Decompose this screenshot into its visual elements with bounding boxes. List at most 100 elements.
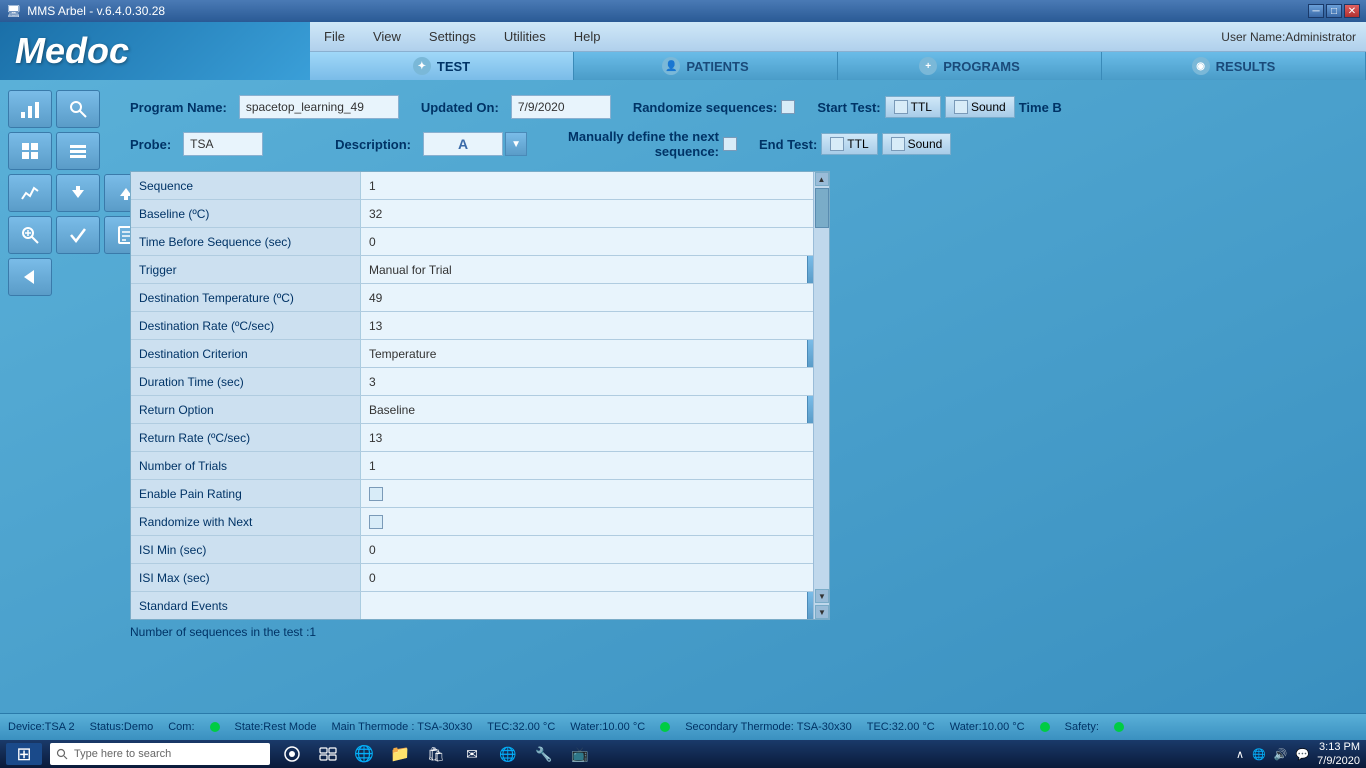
sequence-row: Time Before Sequence (sec)0 — [131, 228, 829, 256]
menu-file[interactable]: File — [320, 27, 349, 46]
tec2-label: TEC:32.00 °C — [867, 721, 935, 733]
taskbar-volume-icon[interactable]: 🔊 — [1274, 748, 1288, 761]
randomize-next-checkbox[interactable] — [369, 515, 383, 529]
tab-programs-label: PROGRAMS — [943, 59, 1020, 74]
safety-indicator — [1114, 722, 1124, 732]
updated-date-input[interactable] — [511, 95, 611, 119]
taskbar-ie-icon[interactable]: 🌐 — [350, 743, 378, 765]
block-button[interactable] — [8, 132, 52, 170]
randomize-label: Randomize sequences: — [633, 100, 778, 115]
randomize-section: Randomize sequences: — [633, 100, 796, 115]
description-display[interactable]: A — [423, 132, 503, 156]
tab-results[interactable]: ◉ RESULTS — [1102, 52, 1366, 80]
chart-button[interactable] — [8, 90, 52, 128]
sidebar — [8, 90, 148, 296]
sequence-row: Baseline (ºC)32 — [131, 200, 829, 228]
time-b-label: Time B — [1019, 100, 1062, 115]
scroll-down-arrow[interactable]: ▼ — [815, 589, 829, 603]
seq-val-10: 1 — [361, 452, 829, 479]
program-name-input[interactable] — [239, 95, 399, 119]
start-sound-checkbox[interactable] — [954, 100, 968, 114]
patients-icon: 👤 — [662, 57, 680, 75]
end-ttl-checkbox[interactable] — [830, 137, 844, 151]
taskbar-file-icon[interactable]: 📁 — [386, 743, 414, 765]
menu-utilities[interactable]: Utilities — [500, 27, 550, 46]
scroll-up-arrow[interactable]: ▲ — [815, 172, 829, 186]
end-test-section: End Test: TTL Sound — [759, 133, 951, 155]
end-ttl-button[interactable]: TTL — [821, 133, 877, 155]
start-menu-button[interactable]: ⊞ — [6, 743, 42, 765]
sequence-scrollbar[interactable]: ▲ ▼ ▼ — [813, 172, 829, 619]
seq-label-13: ISI Min (sec) — [131, 536, 361, 563]
seq-label-7: Duration Time (sec) — [131, 368, 361, 395]
close-btn[interactable]: ✕ — [1344, 4, 1360, 18]
list-button[interactable] — [56, 132, 100, 170]
end-sound-button[interactable]: Sound — [882, 133, 952, 155]
menu-help[interactable]: Help — [570, 27, 605, 46]
sequence-rows: Sequence1Baseline (ºC)32Time Before Sequ… — [131, 172, 829, 619]
search-bar[interactable]: Type here to search — [50, 743, 270, 765]
taskbar-notification-icon[interactable]: 💬 — [1295, 748, 1309, 761]
enable-pain-checkbox[interactable] — [369, 487, 383, 501]
seq-label-6: Destination Criterion — [131, 340, 361, 367]
taskbar-browser-icon[interactable]: 🌐 — [494, 743, 522, 765]
seq-checkbox-cell-11 — [361, 480, 829, 507]
main-thermode-label: Main Thermode : TSA-30x30 — [331, 721, 472, 733]
menu-view[interactable]: View — [369, 27, 405, 46]
search-placeholder: Type here to search — [74, 748, 171, 760]
graph-button[interactable] — [8, 174, 52, 212]
taskbar-tool-icon[interactable]: 🔧 — [530, 743, 558, 765]
taskbar-mail-icon[interactable]: ✉ — [458, 743, 486, 765]
seq-label-11: Enable Pain Rating — [131, 480, 361, 507]
start-ttl-button[interactable]: TTL — [885, 96, 941, 118]
scroll-thumb[interactable] — [815, 188, 829, 228]
seq-val-1: 32 — [361, 200, 829, 227]
tab-programs[interactable]: + PROGRAMS — [838, 52, 1102, 80]
start-sound-button[interactable]: Sound — [945, 96, 1015, 118]
seq-label-15: Standard Events — [131, 592, 361, 619]
back-button[interactable] — [8, 258, 52, 296]
zoom-button[interactable] — [8, 216, 52, 254]
search-button[interactable] — [56, 90, 100, 128]
status-bar: Device:TSA 2 Status:Demo Com: State:Rest… — [0, 713, 1366, 740]
taskbar-store-icon[interactable]: 🛍 — [422, 743, 450, 765]
tab-patients[interactable]: 👤 PATIENTS — [574, 52, 838, 80]
down-button[interactable] — [56, 174, 100, 212]
taskbar-time-value: 3:13 PM — [1317, 740, 1360, 754]
minimize-btn[interactable]: ─ — [1308, 4, 1324, 18]
seq-label-1: Baseline (ºC) — [131, 200, 361, 227]
manually-checkbox[interactable] — [723, 137, 737, 151]
status-label: Status:Demo — [90, 721, 154, 733]
seq-label-5: Destination Rate (ºC/sec) — [131, 312, 361, 339]
scroll-bottom-arrow[interactable]: ▼ — [815, 605, 829, 619]
tab-test[interactable]: ✦ TEST — [310, 52, 574, 80]
taskbar: ⊞ Type here to search 🌐 📁 🛍 ✉ 🌐 🔧 📺 ∧ 🌐 … — [0, 740, 1366, 768]
taskbar-network-icon[interactable]: 🌐 — [1252, 748, 1266, 761]
check-button[interactable] — [56, 216, 100, 254]
sequence-row: ISI Max (sec)0 — [131, 564, 829, 592]
taskbar-media-icon[interactable]: 📺 — [566, 743, 594, 765]
start-ttl-checkbox[interactable] — [894, 100, 908, 114]
programs-icon: + — [919, 57, 937, 75]
seq-val-7: 3 — [361, 368, 829, 395]
taskbar-chevron-icon[interactable]: ∧ — [1236, 748, 1244, 761]
start-test-section: Start Test: TTL Sound Time B — [817, 96, 1061, 118]
maximize-btn[interactable]: □ — [1326, 4, 1342, 18]
seq-label-3: Trigger — [131, 256, 361, 283]
program-row1: Program Name: Updated On: Randomize sequ… — [130, 95, 1346, 119]
window-controls[interactable]: ─ □ ✕ — [1308, 4, 1360, 18]
probe-input[interactable] — [183, 132, 263, 156]
description-dropdown-btn[interactable]: ▼ — [505, 132, 527, 156]
taskbar-cortana-icon[interactable] — [278, 743, 306, 765]
water-label: Water:10.00 °C — [570, 721, 645, 733]
taskbar-date-value: 7/9/2020 — [1317, 754, 1360, 768]
seq-val-0: 1 — [361, 172, 829, 199]
seq-checkbox-cell-12 — [361, 508, 829, 535]
seq-label-14: ISI Max (sec) — [131, 564, 361, 591]
randomize-checkbox[interactable] — [781, 100, 795, 114]
menu-settings[interactable]: Settings — [425, 27, 480, 46]
sequence-row: ISI Min (sec)0 — [131, 536, 829, 564]
end-sound-checkbox[interactable] — [891, 137, 905, 151]
taskbar-task-view-icon[interactable] — [314, 743, 342, 765]
description-input-wrap: A ▼ — [423, 132, 527, 156]
